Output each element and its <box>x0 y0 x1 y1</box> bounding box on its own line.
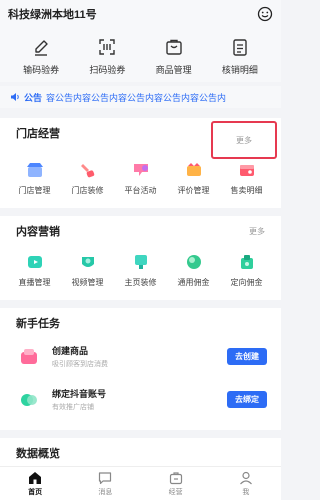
bind-account-icon <box>21 393 37 406</box>
store-ops-grid: 门店管理 门店装修 平台活动 评价管理 售卖明细 <box>0 160 281 196</box>
quick-action-label: 核销明细 <box>221 65 258 75</box>
person-icon <box>239 471 252 485</box>
data-overview-header: 数据概览 <box>0 438 281 468</box>
more-link[interactable]: 更多 <box>236 135 252 146</box>
task-row: 创建商品 吸引顾客到店消费 去创建 <box>0 338 281 375</box>
grid-label: 定向佣金 <box>230 278 263 287</box>
content-marketing-grid: 直播管理 视频管理 主页装修 通用佣金 定向佣金 <box>0 252 281 288</box>
nav-label: 消息 <box>98 489 113 496</box>
store-manage-item[interactable]: 门店管理 <box>8 160 61 196</box>
nav-business[interactable]: 经营 <box>141 467 211 500</box>
newbie-tasks-card: 新手任务 创建商品 吸引顾客到店消费 去创建 绑定抖音账号 有效推广店铺 去绑定 <box>0 308 281 430</box>
target-commission-icon <box>240 255 253 269</box>
grid-label: 主页装修 <box>124 278 157 287</box>
task-subtitle: 吸引顾客到店消费 <box>52 361 108 368</box>
quick-action-scan-verify[interactable]: 扫码验券 <box>74 36 140 76</box>
notice-bar[interactable]: 公告 容公告内容公告内容公告内容公告内容公告内 <box>0 86 281 108</box>
briefcase-icon <box>169 472 182 485</box>
store-ops-more-highlight[interactable]: 更多 <box>211 121 277 159</box>
homepage-decorate-item[interactable]: 主页装修 <box>114 252 167 288</box>
list-icon <box>233 39 247 56</box>
grid-label: 平台活动 <box>124 186 157 195</box>
scan-icon <box>99 39 116 55</box>
store-ops-card: 门店经营 更多 门店管理 门店装修 平台活动 评价管理 售卖明细 <box>0 118 281 208</box>
notice-title: 公告 <box>24 92 43 103</box>
video-manage-item[interactable]: 视频管理 <box>61 252 114 288</box>
grid-label: 通用佣金 <box>177 278 210 287</box>
content-marketing-header: 内容营销 更多 <box>0 216 281 246</box>
activity-icon <box>133 164 148 176</box>
quick-action-code-verify[interactable]: 输码验券 <box>8 36 74 76</box>
nav-me[interactable]: 我 <box>211 467 281 500</box>
grid-label: 门店装修 <box>71 186 104 195</box>
quick-action-product-manage[interactable]: 商品管理 <box>141 36 207 76</box>
quick-action-label: 扫码验券 <box>89 65 126 75</box>
home-icon <box>29 472 42 484</box>
newbie-tasks-header: 新手任务 <box>0 308 281 338</box>
review-icon <box>186 163 201 176</box>
grid-label: 门店管理 <box>18 186 51 195</box>
commission-icon <box>186 255 201 269</box>
review-manage-item[interactable]: 评价管理 <box>167 160 220 196</box>
notice-text: 容公告内容公告内容公告内容公告内容公告内 <box>46 92 227 103</box>
bag-icon <box>165 39 182 55</box>
sales-icon <box>239 165 254 176</box>
grid-label: 直播管理 <box>18 278 51 287</box>
message-icon <box>99 472 112 485</box>
sales-detail-item[interactable]: 售卖明细 <box>220 160 273 196</box>
bind-button[interactable]: 去绑定 <box>227 391 267 408</box>
quick-action-verify-detail[interactable]: 核销明细 <box>207 36 273 76</box>
create-product-icon <box>21 348 37 364</box>
platform-activity-item[interactable]: 平台活动 <box>114 160 167 196</box>
targeted-commission-item[interactable]: 定向佣金 <box>220 252 273 288</box>
live-manage-item[interactable]: 直播管理 <box>8 252 61 288</box>
section-title: 内容营销 <box>16 226 60 238</box>
task-text: 绑定抖音账号 有效推广店铺 <box>52 387 227 412</box>
task-text: 创建商品 吸引顾客到店消费 <box>52 344 227 369</box>
store-icon <box>26 163 43 177</box>
homepage-icon <box>134 255 147 269</box>
store-decorate-item[interactable]: 门店装修 <box>61 160 114 196</box>
bottom-nav: 首页 消息 经营 我 <box>0 466 281 500</box>
general-commission-item[interactable]: 通用佣金 <box>167 252 220 288</box>
content-marketing-card: 内容营销 更多 直播管理 视频管理 主页装修 通用佣金 定向佣金 <box>0 216 281 300</box>
grid-label: 评价管理 <box>177 186 210 195</box>
video-icon <box>81 257 94 267</box>
pen-icon <box>35 40 48 56</box>
create-button[interactable]: 去创建 <box>227 348 267 365</box>
nav-home[interactable]: 首页 <box>0 467 70 500</box>
speaker-icon <box>11 93 19 101</box>
smile-icon[interactable] <box>257 6 273 22</box>
nav-label: 首页 <box>28 489 43 496</box>
store-name[interactable]: 科技绿洲本地11号 <box>8 6 97 22</box>
grid-label: 视频管理 <box>71 278 104 287</box>
task-title: 创建商品 <box>52 346 89 356</box>
quick-action-label: 商品管理 <box>155 65 192 75</box>
task-row: 绑定抖音账号 有效推广店铺 去绑定 <box>0 381 281 418</box>
live-icon <box>27 256 42 268</box>
section-title: 数据概览 <box>16 448 60 460</box>
decorate-icon <box>80 164 94 178</box>
store-ops-header: 门店经营 更多 <box>0 118 281 159</box>
top-bar: 科技绿洲本地11号 <box>0 0 281 28</box>
more-link[interactable]: 更多 <box>249 226 265 237</box>
nav-label: 我 <box>242 489 250 496</box>
section-title: 门店经营 <box>16 128 60 140</box>
quick-action-label: 输码验券 <box>23 65 60 75</box>
quick-actions: 输码验券 扫码验券 商品管理 核销明细 <box>0 28 281 82</box>
section-title: 新手任务 <box>16 318 60 330</box>
task-title: 绑定抖音账号 <box>52 389 107 399</box>
nav-message[interactable]: 消息 <box>70 467 140 500</box>
task-subtitle: 有效推广店铺 <box>52 404 94 411</box>
nav-label: 经营 <box>168 489 183 496</box>
grid-label: 售卖明细 <box>230 186 263 195</box>
